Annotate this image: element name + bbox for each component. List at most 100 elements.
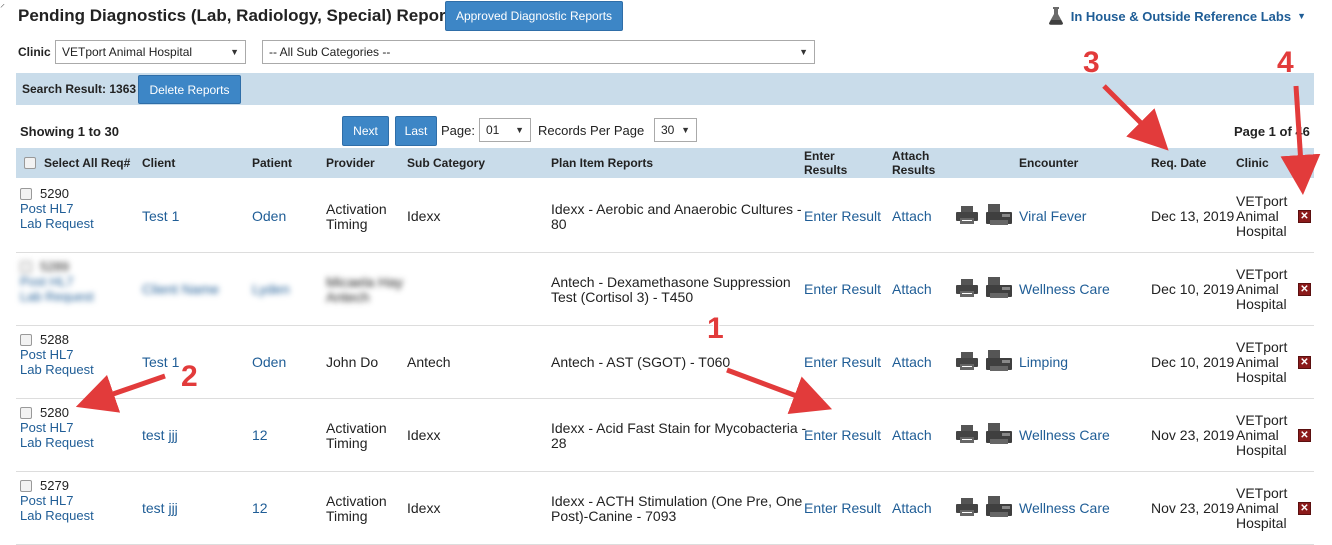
fax-icon[interactable] [985, 495, 1013, 522]
patient-link[interactable]: 12 [252, 472, 268, 545]
patient-link[interactable]: 12 [252, 399, 268, 472]
client-link[interactable]: test jjj [142, 472, 178, 545]
patient-link[interactable]: Oden [252, 326, 286, 399]
enter-result-link[interactable]: Enter Result [804, 253, 881, 326]
select-all-checkbox[interactable] [24, 157, 36, 169]
clinic-cell: VETport Animal Hospital [1236, 180, 1287, 253]
row-checkbox[interactable] [20, 406, 32, 419]
page-title: Pending Diagnostics (Lab, Radiology, Spe… [18, 6, 461, 25]
client-link[interactable]: Client Name [142, 253, 219, 326]
records-per-page-select[interactable]: 30 ▼ [654, 118, 697, 142]
column-encounter[interactable]: Encounter [1019, 148, 1078, 178]
attach-link[interactable]: Attach [892, 472, 932, 545]
delete-x-icon[interactable]: ✕ [1298, 283, 1311, 296]
fax-icon[interactable] [985, 349, 1013, 376]
fax-icon[interactable] [985, 203, 1013, 230]
attach-link[interactable]: Attach [892, 399, 932, 472]
column-attach-results-line1: Attach [892, 149, 930, 163]
client-link[interactable]: test jjj [142, 399, 178, 472]
delete-x-icon[interactable]: ✕ [1298, 502, 1311, 515]
column-patient[interactable]: Patient [252, 148, 292, 178]
fax-icon[interactable] [985, 422, 1013, 449]
plan-item-line2: Post)-Canine - 7093 [551, 507, 677, 524]
column-sub-category[interactable]: Sub Category [407, 148, 485, 178]
clinic-line2: Animal [1236, 500, 1279, 516]
encounter-actions [955, 180, 1013, 253]
provider-line1: John Do [326, 354, 379, 370]
encounter-link[interactable]: Wellness Care [1019, 253, 1110, 326]
subcategory-select-value: -- All Sub Categories -- [269, 45, 391, 59]
table-row: 5289 Post HL7 Lab Request Client Name Lyd… [16, 253, 1314, 326]
enter-result-link[interactable]: Enter Result [804, 399, 881, 472]
approved-reports-button[interactable]: Approved Diagnostic Reports [445, 1, 623, 31]
printer-icon[interactable] [955, 424, 979, 447]
clinic-line1: VETport [1236, 339, 1288, 355]
records-per-page-value: 30 [661, 123, 675, 137]
post-hl7-link[interactable]: Post HL7 Lab Request [20, 420, 94, 450]
plan-item-cell: Idexx - Acid Fast Stain for Mycobacteria… [551, 399, 806, 472]
last-page-button[interactable]: Last [395, 116, 437, 146]
client-link[interactable]: Test 1 [142, 180, 179, 253]
post-hl7-link[interactable]: Post HL7 Lab Request [20, 201, 94, 231]
enter-result-link[interactable]: Enter Result [804, 472, 881, 545]
provider-cell: Activation Timing [326, 180, 387, 253]
delete-x-icon[interactable]: ✕ [1298, 429, 1311, 442]
next-page-button[interactable]: Next [342, 116, 389, 146]
fax-icon[interactable] [985, 276, 1013, 303]
column-req-date[interactable]: Req. Date [1151, 148, 1206, 178]
labs-menu[interactable]: In House & Outside Reference Labs ▼ [1047, 6, 1306, 26]
pager: Showing 1 to 30 Next Last Page: 01 ▼ Rec… [0, 116, 1332, 146]
enter-result-link[interactable]: Enter Result [804, 326, 881, 399]
post-hl7-link[interactable]: Post HL7 Lab Request [20, 274, 94, 304]
plan-item-cell: Idexx - Aerobic and Anaerobic Cultures -… [551, 180, 802, 253]
clinic-line1: VETport [1236, 412, 1288, 428]
column-provider[interactable]: Provider [326, 148, 375, 178]
encounter-link[interactable]: Viral Fever [1019, 180, 1086, 253]
req-date: Dec 10, 2019 [1151, 354, 1235, 370]
printer-icon[interactable] [955, 351, 979, 374]
delete-cell: ✕ [1298, 399, 1311, 472]
row-checkbox[interactable] [20, 187, 32, 200]
post-hl7-link[interactable]: Post HL7 Lab Request [20, 347, 94, 377]
provider-cell: John Do [326, 326, 378, 399]
printer-icon[interactable] [955, 278, 979, 301]
client-link[interactable]: Test 1 [142, 326, 179, 399]
top-bar: Pending Diagnostics (Lab, Radiology, Spe… [0, 0, 1332, 34]
encounter-link[interactable]: Wellness Care [1019, 399, 1110, 472]
delete-x-icon[interactable]: ✕ [1298, 356, 1311, 369]
attach-link[interactable]: Attach [892, 180, 932, 253]
row-checkbox[interactable] [20, 333, 32, 346]
column-enter-results: Enter Results [804, 148, 847, 178]
chevron-down-icon: ▼ [799, 47, 808, 57]
printer-icon[interactable] [955, 497, 979, 520]
post-hl7-link[interactable]: Post HL7 Lab Request [20, 493, 94, 523]
row-checkbox[interactable] [20, 260, 32, 273]
column-plan-item[interactable]: Plan Item Reports [551, 148, 653, 178]
provider-line2: Antech [326, 288, 370, 305]
encounter-link[interactable]: Limping [1019, 326, 1068, 399]
clinic-line3: Hospital [1236, 442, 1287, 458]
plan-item-line2: 80 [551, 215, 567, 232]
enter-result-link[interactable]: Enter Result [804, 180, 881, 253]
column-clinic[interactable]: Clinic [1236, 148, 1269, 178]
patient-link[interactable]: Oden [252, 180, 286, 253]
table-header: Select All Req# Client Patient Provider … [16, 148, 1314, 178]
encounter-link[interactable]: Wellness Care [1019, 472, 1110, 545]
patient-link[interactable]: Lyden [252, 253, 290, 326]
row-checkbox[interactable] [20, 479, 32, 492]
provider-cell: Activation Timing [326, 399, 387, 472]
clinic-select[interactable]: VETport Animal Hospital ▼ [55, 40, 246, 64]
page-select[interactable]: 01 ▼ [479, 118, 531, 142]
plan-item-line1: Idexx - ACTH Stimulation (One Pre, One [551, 492, 803, 509]
provider-line2: Timing [326, 507, 368, 524]
delete-x-icon[interactable]: ✕ [1298, 210, 1311, 223]
subcategory-select[interactable]: -- All Sub Categories -- ▼ [262, 40, 815, 64]
attach-link[interactable]: Attach [892, 253, 932, 326]
printer-icon[interactable] [955, 205, 979, 228]
req-cell: 5290 Post HL7 Lab Request [20, 186, 94, 231]
delete-reports-button[interactable]: Delete Reports [138, 75, 241, 104]
clinic-cell: VETport Animal Hospital [1236, 326, 1287, 399]
req-date: Dec 13, 2019 [1151, 208, 1235, 224]
attach-link[interactable]: Attach [892, 326, 932, 399]
column-client[interactable]: Client [142, 148, 175, 178]
